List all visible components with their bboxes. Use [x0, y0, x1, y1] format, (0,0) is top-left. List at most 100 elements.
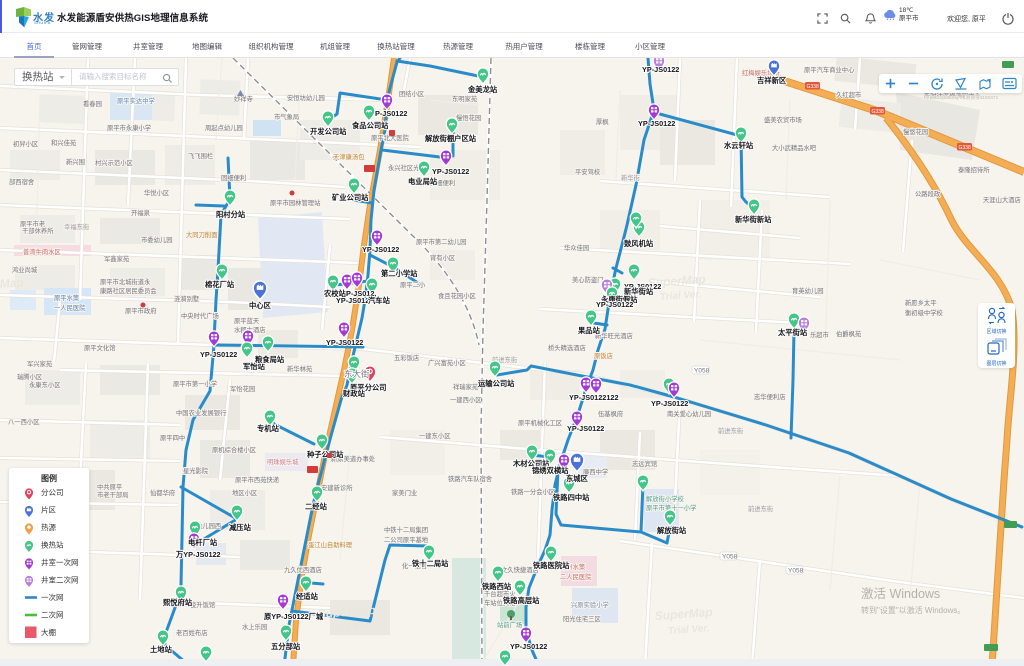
- svg-text:志远宾馆: 志远宾馆: [632, 459, 657, 468]
- svg-text:开福泉: 开福泉: [131, 208, 151, 217]
- svg-text:大同刀削面: 大同刀削面: [186, 230, 217, 239]
- svg-text:解放街站: 解放街站: [656, 526, 687, 535]
- svg-text:和兴佳苑: 和兴佳苑: [51, 138, 77, 147]
- svg-text:原平四中: 原平四中: [160, 433, 185, 442]
- svg-text:原平蓝天: 原平蓝天: [234, 316, 260, 325]
- svg-text:锦绣双横站: 锦绣双横站: [532, 466, 569, 475]
- svg-text:Y058: Y058: [722, 554, 738, 561]
- svg-text:新兴围: 新兴围: [66, 157, 85, 166]
- svg-text:初舁小区: 初舁小区: [13, 139, 38, 148]
- svg-text:育英幼儿园: 育英幼儿园: [792, 286, 823, 295]
- svg-text:志华便利店: 志华便利店: [754, 392, 785, 401]
- svg-text:干部休养所: 干部休养所: [22, 226, 54, 235]
- svg-text:五彩饭店: 五彩饭店: [394, 353, 419, 362]
- svg-text:原平市第二幼儿园: 原平市第二幼儿园: [416, 237, 466, 246]
- svg-text:YP-JS0122: YP-JS0122: [510, 642, 547, 651]
- svg-text:井室一次网: 井室一次网: [41, 557, 79, 567]
- svg-text:片区: 片区: [41, 505, 56, 515]
- svg-text:泰隆招待所: 泰隆招待所: [958, 165, 990, 174]
- svg-text:粮食局站: 粮食局站: [255, 355, 285, 364]
- svg-text:水上乐园: 水上乐园: [242, 622, 267, 631]
- svg-text:YP-JS0122: YP-JS0122: [638, 119, 675, 128]
- svg-text:矿业公司站: 矿业公司站: [332, 193, 369, 202]
- svg-text:站前广场: 站前广场: [497, 620, 522, 629]
- svg-text:二经站: 二经站: [305, 502, 328, 511]
- svg-text:新华旺光酒店: 新华旺光酒店: [595, 331, 633, 340]
- svg-text:YP-JS0122: YP-JS0122: [596, 300, 633, 309]
- svg-text:开发公司站: 开发公司站: [310, 127, 347, 136]
- svg-text:二次网: 二次网: [41, 610, 64, 620]
- svg-text:电杆厂站: 电杆厂站: [188, 538, 218, 547]
- svg-text:华悦小区: 华悦小区: [144, 188, 169, 197]
- svg-text:YP-JS0122: YP-JS0122: [567, 424, 604, 433]
- svg-text:新华街: 新华街: [621, 173, 641, 182]
- svg-text:原平市西苑快递: 原平市西苑快递: [235, 475, 280, 484]
- svg-text:美心防盗门: 美心防盗门: [572, 275, 603, 284]
- svg-text:金美龙站: 金美龙站: [467, 85, 498, 94]
- svg-text:原平二小: 原平二小: [400, 280, 426, 289]
- svg-text:一次网: 一次网: [41, 592, 64, 602]
- svg-text:仙都华府: 仙都华府: [150, 488, 175, 497]
- svg-text:换热站: 换热站: [41, 540, 64, 550]
- svg-text:固细便利: 固细便利: [221, 173, 246, 182]
- svg-text:阳村分站: 阳村分站: [216, 210, 246, 219]
- svg-text:一建东小区: 一建东小区: [419, 431, 450, 440]
- svg-text:阳光住宅三区: 阳光住宅三区: [563, 614, 601, 623]
- svg-text:减压站: 减压站: [229, 523, 252, 532]
- svg-text:铁十二局站: 铁十二局站: [412, 559, 449, 568]
- svg-text:东明家苑: 东明家苑: [452, 94, 478, 103]
- svg-text:井室二次网: 井室二次网: [41, 575, 79, 585]
- svg-text:棉花厂站: 棉花厂站: [205, 280, 235, 289]
- svg-text:九久优西酒店: 九久优西酒店: [284, 565, 322, 574]
- svg-text:种子公司站: 种子公司站: [306, 450, 344, 459]
- svg-text:铁路四中站: 铁路四中站: [553, 493, 590, 502]
- svg-text:康路社区居民委员会: 康路社区居民委员会: [100, 286, 157, 295]
- svg-text:中铁十二局集团: 中铁十二局集团: [384, 525, 428, 534]
- svg-text:鸿业尚城: 鸿业尚城: [12, 265, 38, 274]
- svg-text:团结小区: 团结小区: [399, 89, 424, 98]
- svg-text:乐超市: 乐超市: [810, 330, 829, 339]
- svg-text:Y058: Y058: [788, 568, 804, 575]
- svg-text:熙悦府站: 熙悦府站: [163, 598, 193, 607]
- svg-text:部西宿舍: 部西宿舍: [9, 177, 35, 186]
- svg-text:伯爵枫苑: 伯爵枫苑: [836, 329, 862, 338]
- svg-text:原平市北城街道永: 原平市北城街道永: [100, 277, 151, 286]
- svg-text:原平实达中学: 原平实达中学: [117, 96, 155, 105]
- svg-text:久红超市: 久红超市: [836, 90, 861, 99]
- svg-text:瑞腾小区: 瑞腾小区: [17, 372, 42, 381]
- svg-text:安建新诊所: 安建新诊所: [321, 483, 353, 492]
- svg-text:市委幼儿园: 市委幼儿园: [141, 235, 172, 244]
- svg-text:市老干部局: 市老干部局: [97, 490, 128, 499]
- svg-text:原机综合楼小区: 原机综合楼小区: [212, 445, 256, 454]
- svg-text:兴原实验小学: 兴原实验小学: [571, 600, 609, 609]
- svg-text:普湾牛肉水区: 普湾牛肉水区: [23, 247, 61, 256]
- svg-text:Y058: Y058: [694, 368, 710, 375]
- svg-text:G338: G338: [959, 145, 971, 151]
- svg-text:原YP-JS0122厂城: 原YP-JS0122厂城: [264, 612, 324, 621]
- svg-text:铁路一分会小区: 铁路一分会小区: [511, 487, 555, 496]
- svg-text:看春园: 看春园: [83, 99, 102, 108]
- svg-text:天涯山大酒店: 天涯山大酒店: [983, 195, 1021, 204]
- svg-text:新华林苑: 新华林苑: [287, 364, 313, 373]
- svg-text:前进东街: 前进东街: [748, 504, 774, 513]
- svg-text:幸福东街: 幸福东街: [64, 222, 90, 231]
- svg-text:伍基枫府: 伍基枫府: [598, 409, 623, 418]
- svg-text:中国农业发展银行: 中国农业发展银行: [176, 408, 227, 417]
- svg-text:解放街小学校: 解放街小学校: [646, 494, 684, 503]
- svg-text:俊升饭馆: 俊升饭馆: [190, 600, 215, 609]
- svg-text:永兴社区光: 永兴社区光: [388, 163, 420, 172]
- svg-text:原平市老: 原平市老: [20, 219, 45, 228]
- svg-text:地区小区: 地区小区: [232, 488, 257, 497]
- svg-text:原平市第一小学: 原平市第一小学: [173, 379, 217, 388]
- svg-text:土地站: 土地站: [150, 645, 173, 654]
- svg-text:家美门业: 家美门业: [392, 488, 417, 497]
- svg-text:铁路高层站: 铁路高层站: [503, 596, 540, 605]
- svg-text:原平市政府: 原平市政府: [125, 306, 156, 315]
- svg-text:YP-JS0122: YP-JS0122: [200, 350, 237, 359]
- svg-text:鼓风机站: 鼓风机站: [624, 239, 654, 248]
- svg-text:平安驾校: 平安驾校: [575, 167, 601, 176]
- svg-text:蛋江山自助料理: 蛋江山自助料理: [308, 540, 353, 549]
- svg-text:厚枫: 厚枫: [596, 117, 609, 126]
- svg-text:飞飞围栏: 飞飞围栏: [188, 151, 213, 160]
- svg-text:电业局站: 电业局站: [408, 177, 438, 186]
